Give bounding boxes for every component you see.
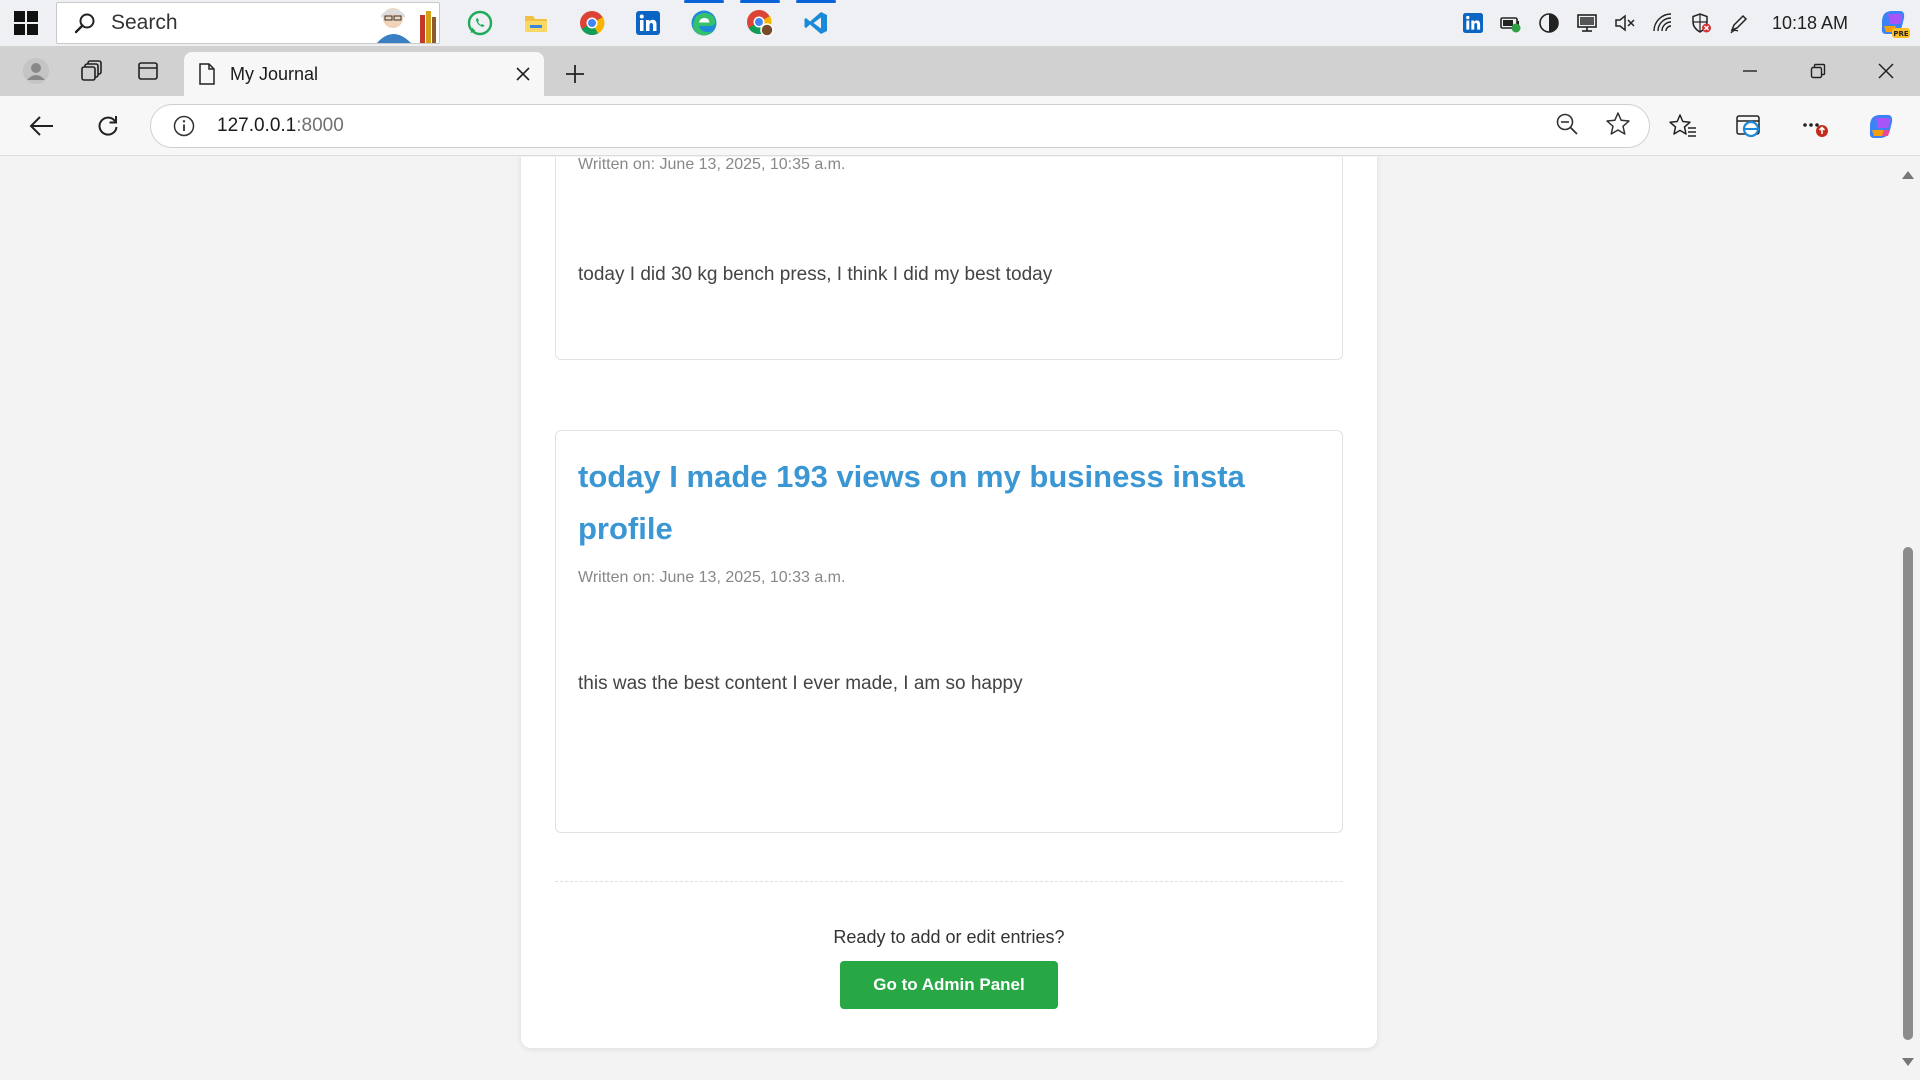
- tray-linkedin[interactable]: [1454, 0, 1492, 46]
- browser-tab-strip: My Journal: [0, 46, 1920, 96]
- windows-taskbar: Search 10:18 AM PRE: [0, 0, 1920, 46]
- copilot-icon: [1869, 115, 1893, 138]
- chrome-icon: [580, 11, 605, 36]
- copilot-button[interactable]: [1848, 100, 1914, 152]
- svg-text:PRE: PRE: [1893, 30, 1909, 38]
- restore-button[interactable]: [1784, 46, 1852, 96]
- workspaces-icon: [81, 60, 102, 81]
- file-explorer-icon: [525, 16, 547, 32]
- zoom-out-icon[interactable]: [1555, 112, 1579, 141]
- taskbar-edge[interactable]: [676, 0, 732, 46]
- journal-entry: Written on: June 13, 2025, 10:35 a.m. to…: [555, 157, 1343, 360]
- monitor-icon: [1577, 14, 1597, 32]
- plus-icon: [566, 65, 584, 83]
- taskbar-file-explorer[interactable]: [508, 0, 564, 46]
- tray-pen[interactable]: [1720, 0, 1758, 46]
- profile-icon: [23, 58, 49, 84]
- entry-body: today I did 30 kg bench press, I think I…: [578, 264, 1053, 285]
- go-to-admin-panel-button[interactable]: Go to Admin Panel: [840, 961, 1058, 1009]
- copilot-preview-button[interactable]: PRE: [1868, 0, 1920, 46]
- scrollbar-thumb[interactable]: [1903, 547, 1913, 1040]
- scroll-up-arrow-icon[interactable]: [1902, 171, 1914, 179]
- whatsapp-icon: [467, 10, 493, 36]
- page-viewport: Written on: June 13, 2025, 10:35 a.m. to…: [0, 157, 1920, 1080]
- search-highlight-illustration-icon: [369, 5, 437, 43]
- restore-icon: [1810, 63, 1826, 79]
- entry-date: Written on: June 13, 2025, 10:35 a.m.: [578, 157, 846, 173]
- page-icon: [198, 63, 216, 85]
- new-tab-button[interactable]: [550, 52, 600, 96]
- linkedin-icon: [1462, 13, 1483, 33]
- vscode-icon: [804, 12, 827, 34]
- more-options-icon: [1803, 123, 1828, 137]
- close-icon: [1878, 63, 1894, 79]
- refresh-icon: [98, 115, 118, 136]
- tab-my-journal[interactable]: My Journal: [184, 52, 544, 96]
- chrome-profile-icon: [747, 10, 774, 37]
- taskbar-search-label: Search: [111, 11, 178, 34]
- taskbar-pinned-apps: [452, 0, 844, 46]
- minimize-button[interactable]: [1716, 46, 1784, 96]
- pen-icon: [1730, 14, 1747, 34]
- start-button[interactable]: [0, 0, 52, 46]
- favorites-button[interactable]: [1650, 100, 1716, 152]
- entry-title[interactable]: today I made 193 views on my business in…: [578, 451, 1318, 555]
- close-window-button[interactable]: [1852, 46, 1920, 96]
- back-arrow-icon: [29, 115, 53, 136]
- tab-title: My Journal: [230, 63, 319, 84]
- tab-actions-icon: [138, 62, 158, 80]
- linkedin-icon: [636, 11, 660, 35]
- windows-logo-icon: [14, 11, 38, 35]
- internet-explorer-mode-button[interactable]: [1716, 100, 1782, 152]
- journal-container: Written on: June 13, 2025, 10:35 a.m. to…: [521, 157, 1377, 1048]
- taskbar-whatsapp[interactable]: [452, 0, 508, 46]
- address-bar[interactable]: 127.0.0.1:8000: [150, 104, 1650, 148]
- taskbar-chrome-profile[interactable]: [732, 0, 788, 46]
- add-favorite-star-icon[interactable]: [1605, 111, 1631, 142]
- journal-entry: today I made 193 views on my business in…: [555, 430, 1343, 833]
- page-scrollbar[interactable]: [1896, 157, 1920, 1080]
- wifi-icon: [1653, 13, 1672, 32]
- refresh-button[interactable]: [82, 100, 134, 152]
- section-divider: [555, 881, 1343, 882]
- close-tab-icon[interactable]: [516, 67, 530, 81]
- site-info-icon[interactable]: [173, 115, 195, 137]
- speaker-muted-icon: [1615, 14, 1635, 32]
- workspaces-button[interactable]: [68, 51, 116, 91]
- search-icon: [73, 11, 97, 35]
- scroll-down-arrow-icon[interactable]: [1902, 1058, 1914, 1066]
- taskbar-linkedin[interactable]: [620, 0, 676, 46]
- profile-button[interactable]: [12, 51, 60, 91]
- settings-and-more-button[interactable]: [1782, 100, 1848, 152]
- back-button[interactable]: [16, 100, 68, 152]
- edge-icon: [691, 10, 717, 36]
- shield-warning-icon: [1692, 13, 1711, 33]
- url-port: :8000: [296, 115, 344, 136]
- system-tray: 10:18 AM PRE: [1454, 0, 1920, 46]
- taskbar-search-box[interactable]: Search: [56, 2, 440, 44]
- favorites-icon: [1669, 114, 1696, 137]
- tray-battery-charging[interactable]: [1492, 0, 1530, 46]
- tray-security[interactable]: [1682, 0, 1720, 46]
- taskbar-chrome[interactable]: [564, 0, 620, 46]
- contrast-icon: [1539, 13, 1559, 33]
- tray-display[interactable]: [1568, 0, 1606, 46]
- ie-mode-icon: [1736, 115, 1760, 138]
- taskbar-vscode[interactable]: [788, 0, 844, 46]
- tray-wifi[interactable]: [1644, 0, 1682, 46]
- taskbar-clock[interactable]: 10:18 AM: [1772, 13, 1848, 34]
- entry-body: this was the best content I ever made, I…: [578, 673, 1023, 694]
- minimize-icon: [1743, 70, 1757, 72]
- vertical-tabs-button[interactable]: [124, 51, 172, 91]
- copilot-pre-icon: PRE: [1881, 11, 1910, 38]
- browser-navigation-bar: 127.0.0.1:8000: [0, 96, 1920, 156]
- tray-volume-muted[interactable]: [1606, 0, 1644, 46]
- entry-date: Written on: June 13, 2025, 10:33 a.m.: [578, 569, 846, 586]
- battery-icon: [1500, 17, 1521, 33]
- admin-prompt-text: Ready to add or edit entries?: [833, 927, 1065, 947]
- tray-night-light[interactable]: [1530, 0, 1568, 46]
- url-host: 127.0.0.1: [217, 115, 297, 136]
